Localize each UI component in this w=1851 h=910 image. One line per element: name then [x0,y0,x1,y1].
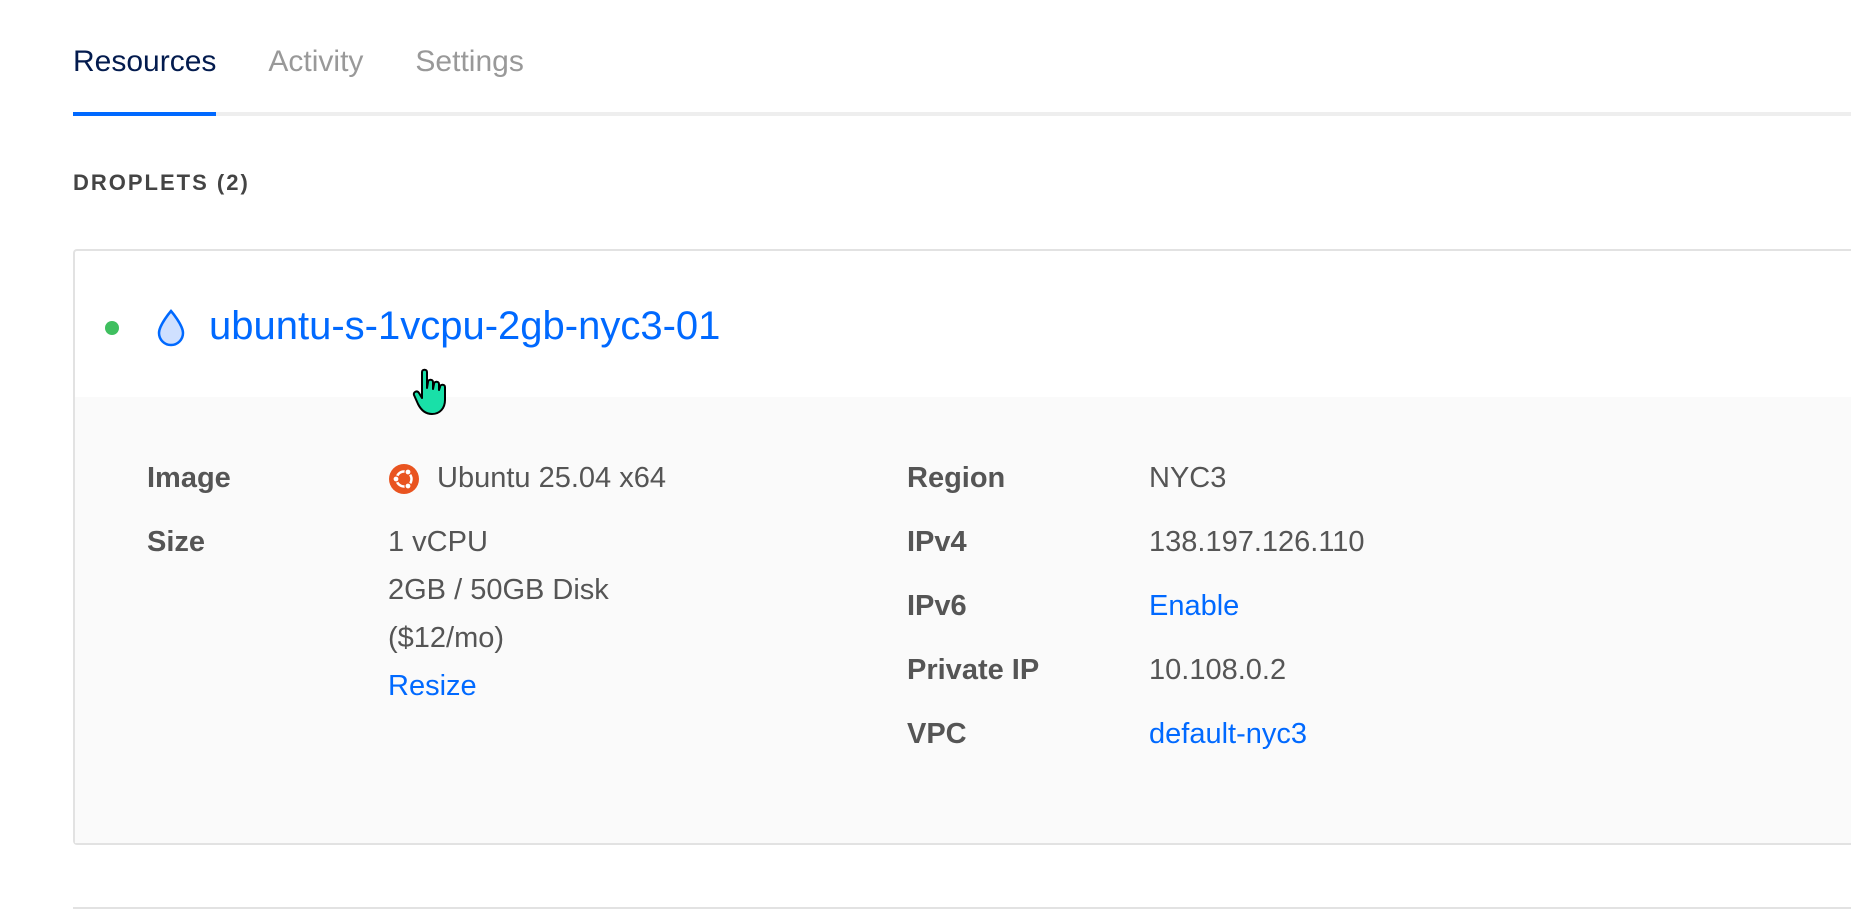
vpc-label: VPC [907,718,967,750]
image-label: Image [147,462,231,494]
size-label: Size [147,526,206,558]
ipv4-value: 138.197.126.110 [1149,526,1365,558]
resize-link[interactable]: Resize [388,670,477,703]
image-value: Ubuntu 25.04 x64 [437,462,666,494]
ubuntu-icon [389,464,419,494]
ipv4-label: IPv4 [907,526,967,558]
section-title: DROPLETS (2) [73,170,250,195]
status-dot [105,321,119,335]
tab-settings[interactable]: Settings [415,0,523,112]
size-disk: 2GB / 50GB Disk [388,574,609,606]
droplet-details: Image Ubuntu 25.04 x64 Size 1 vCPU 2GB /… [75,397,1851,843]
droplet-card: ubuntu-s-1vcpu-2gb-nyc3-01 Image Ubuntu … [73,249,1851,845]
ipv6-enable-link[interactable]: Enable [1149,590,1239,623]
divider [73,907,1851,909]
size-vcpu: 1 vCPU [388,526,488,558]
tab-activity[interactable]: Activity [268,0,363,112]
pointer-cursor-icon [412,368,446,415]
tab-bar: Resources Activity Settings [73,0,1851,116]
size-price: ($12/mo) [388,622,505,654]
region-value: NYC3 [1149,462,1227,494]
droplet-name-link[interactable]: ubuntu-s-1vcpu-2gb-nyc3-01 [209,304,720,349]
vpc-link[interactable]: default-nyc3 [1149,718,1307,751]
private-ip-label: Private IP [907,654,1040,686]
droplet-card-header: ubuntu-s-1vcpu-2gb-nyc3-01 [75,251,1851,399]
region-label: Region [907,462,1006,494]
tab-resources[interactable]: Resources [73,0,217,116]
droplet-icon [157,309,185,347]
private-ip-value: 10.108.0.2 [1149,654,1287,686]
ipv6-label: IPv6 [907,590,967,622]
